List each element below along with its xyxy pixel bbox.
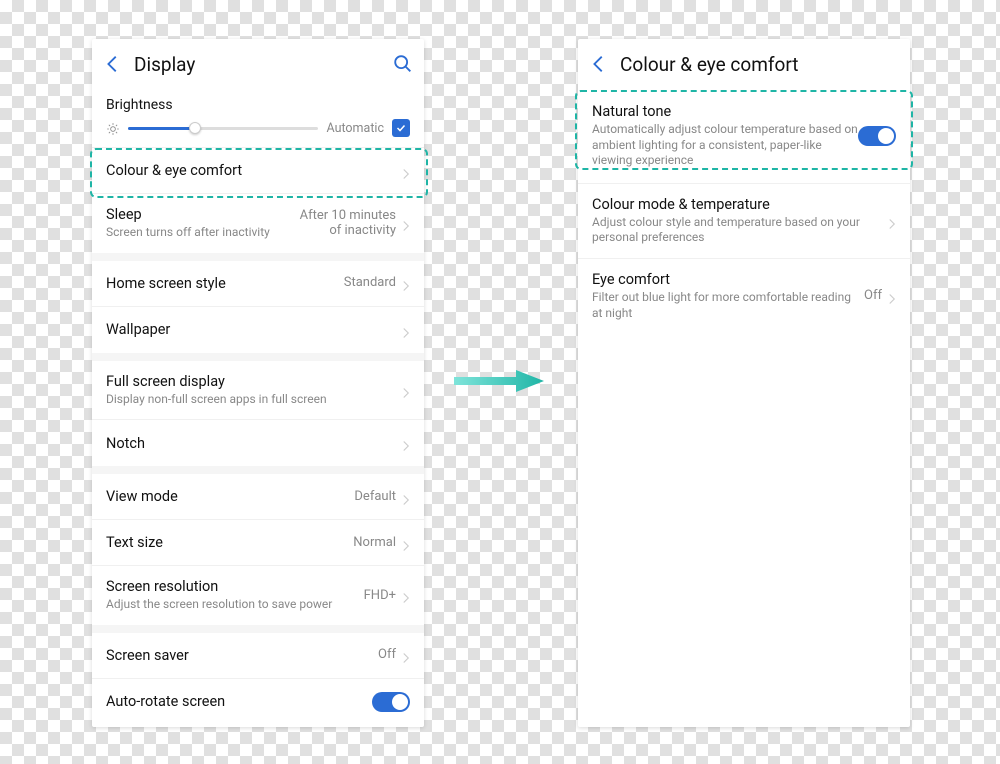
auto-rotate-toggle[interactable]: [372, 692, 410, 712]
row-title: Eye comfort: [592, 271, 864, 288]
chevron-right-icon: [402, 437, 410, 449]
back-icon[interactable]: [102, 53, 124, 75]
row-subtitle: Adjust colour style and temperature base…: [592, 215, 888, 246]
row-value: Standard: [344, 275, 396, 291]
row-eye-comfort[interactable]: Eye comfort Filter out blue light for mo…: [578, 259, 910, 333]
row-value: Off: [378, 647, 396, 663]
row-view-mode[interactable]: View mode Default: [92, 474, 424, 520]
row-subtitle: Filter out blue light for more comfortab…: [592, 290, 864, 321]
brightness-auto-checkbox[interactable]: [392, 119, 410, 137]
row-subtitle: Adjust the screen resolution to save pow…: [106, 597, 364, 613]
chevron-right-icon: [402, 589, 410, 601]
row-title: Colour & eye comfort: [106, 162, 402, 179]
brightness-icon: [106, 121, 120, 135]
chevron-right-icon: [402, 491, 410, 503]
titlebar: Colour & eye comfort: [578, 39, 910, 89]
settings-group: View mode Default Text size Normal Scree…: [92, 474, 424, 625]
row-subtitle: Display non-full screen apps in full scr…: [106, 392, 402, 408]
row-value: FHD+: [364, 588, 396, 604]
brightness-controls: Automatic: [106, 119, 410, 137]
row-text-size[interactable]: Text size Normal: [92, 520, 424, 566]
row-title: Home screen style: [106, 275, 344, 292]
chevron-right-icon: [888, 215, 896, 227]
page-title: Colour & eye comfort: [620, 53, 900, 76]
row-home-screen-style[interactable]: Home screen style Standard: [92, 261, 424, 307]
titlebar: Display: [92, 39, 424, 89]
settings-group: Home screen style Standard Wallpaper: [92, 261, 424, 353]
row-title: Auto-rotate screen: [106, 693, 372, 710]
chevron-right-icon: [402, 537, 410, 549]
row-screen-saver[interactable]: Screen saver Off: [92, 633, 424, 679]
chevron-right-icon: [402, 165, 410, 177]
row-colour-mode-temperature[interactable]: Colour mode & temperature Adjust colour …: [578, 184, 910, 259]
row-title: Colour mode & temperature: [592, 196, 888, 213]
row-notch[interactable]: Notch: [92, 420, 424, 466]
settings-group: Natural tone Automatically adjust colour…: [578, 89, 910, 333]
row-title: Sleep: [106, 206, 286, 223]
row-title: Wallpaper: [106, 321, 402, 338]
chevron-right-icon: [402, 324, 410, 336]
row-title: Screen resolution: [106, 578, 364, 595]
row-value: Off: [864, 288, 882, 304]
row-title: View mode: [106, 488, 354, 505]
chevron-right-icon: [402, 649, 410, 661]
brightness-slider[interactable]: [128, 127, 318, 130]
colour-eye-comfort-screen: Colour & eye comfort Natural tone Automa…: [578, 39, 910, 727]
row-auto-rotate[interactable]: Auto-rotate screen: [92, 679, 424, 725]
brightness-auto-label: Automatic: [326, 121, 384, 136]
chevron-right-icon: [402, 277, 410, 289]
row-natural-tone[interactable]: Natural tone Automatically adjust colour…: [578, 89, 910, 184]
row-title: Full screen display: [106, 373, 402, 390]
search-icon[interactable]: [392, 53, 414, 75]
chevron-right-icon: [402, 217, 410, 229]
navigation-arrow-icon: [454, 368, 544, 394]
row-sleep[interactable]: Sleep Screen turns off after inactivity …: [92, 194, 424, 253]
natural-tone-toggle[interactable]: [858, 126, 896, 146]
page-title: Display: [134, 53, 392, 76]
row-subtitle: Screen turns off after inactivity: [106, 225, 286, 241]
chevron-right-icon: [888, 290, 896, 302]
row-colour-eye-comfort[interactable]: Colour & eye comfort: [92, 148, 424, 194]
row-full-screen-display[interactable]: Full screen display Display non-full scr…: [92, 361, 424, 421]
row-title: Natural tone: [592, 103, 858, 120]
row-title: Text size: [106, 534, 353, 551]
row-subtitle: Automatically adjust colour temperature …: [592, 122, 858, 169]
row-value: Normal: [353, 535, 396, 551]
display-settings-screen: Display Brightness Automatic: [92, 39, 424, 727]
row-title: Notch: [106, 435, 402, 452]
chevron-right-icon: [402, 384, 410, 396]
row-value: Default: [354, 489, 396, 505]
row-wallpaper[interactable]: Wallpaper: [92, 307, 424, 353]
back-icon[interactable]: [588, 53, 610, 75]
row-value: After 10 minutes of inactivity: [286, 208, 396, 239]
settings-group: Full screen display Display non-full scr…: [92, 361, 424, 467]
brightness-label: Brightness: [106, 97, 410, 113]
brightness-section: Brightness Automatic: [92, 89, 424, 147]
settings-group: Screen saver Off Auto-rotate screen: [92, 633, 424, 725]
settings-group: Colour & eye comfort Sleep Screen turns …: [92, 147, 424, 253]
row-title: Screen saver: [106, 647, 378, 664]
row-screen-resolution[interactable]: Screen resolution Adjust the screen reso…: [92, 566, 424, 625]
